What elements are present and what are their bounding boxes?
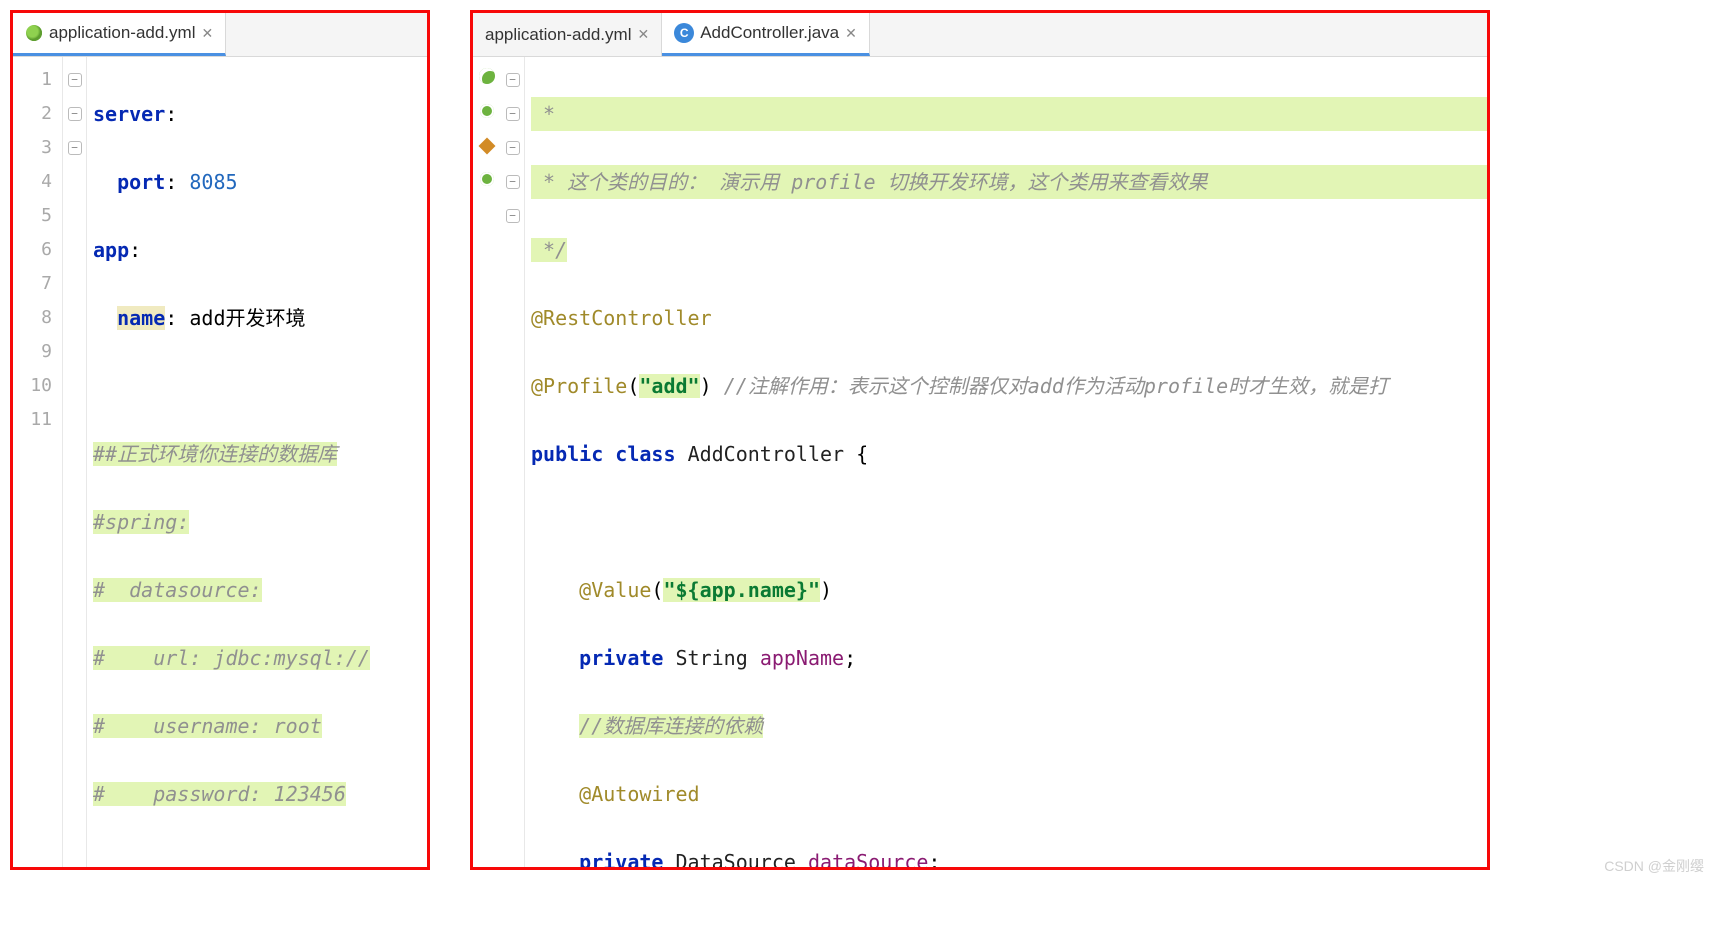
right-tab-bar: application-add.yml ✕ C AddController.ja… bbox=[473, 13, 1487, 57]
fold-marker-icon[interactable]: − bbox=[506, 175, 520, 189]
fold-gutter: − − − bbox=[63, 57, 87, 867]
annotation-value: @Value bbox=[579, 578, 651, 602]
tab-label: application-add.yml bbox=[49, 23, 195, 43]
fold-marker-icon[interactable]: − bbox=[68, 73, 82, 87]
line-number-gutter: 1 2 3 4 5 6 7 8 9 10 11 bbox=[13, 57, 63, 867]
inline-comment: //数据库连接的依赖 bbox=[579, 714, 763, 738]
yaml-key: name bbox=[117, 306, 165, 330]
fold-marker-icon[interactable]: − bbox=[506, 141, 520, 155]
class-name: AddController bbox=[688, 442, 845, 466]
yaml-comment: # url: jdbc:mysql:// bbox=[93, 646, 370, 670]
annotation-autowired: @Autowired bbox=[579, 782, 699, 806]
fold-marker-icon[interactable]: − bbox=[506, 73, 520, 87]
tab-application-add-yml[interactable]: application-add.yml ✕ bbox=[13, 13, 226, 56]
yaml-comment: # username: root bbox=[93, 714, 322, 738]
yaml-comment: # password: 123456 bbox=[93, 782, 346, 806]
fold-marker-icon[interactable]: − bbox=[68, 141, 82, 155]
annotation-restcontroller: @RestController bbox=[531, 306, 712, 330]
javadoc-comment: * 这个类的目的： 演示用 profile 切换开发环境，这个类用来查看效果 bbox=[531, 165, 1487, 199]
tab-addcontroller-java[interactable]: C AddController.java ✕ bbox=[662, 13, 870, 56]
endpoint-gutter-icon[interactable] bbox=[480, 174, 494, 190]
yaml-value: add开发环境 bbox=[189, 306, 305, 330]
yaml-key: server bbox=[93, 102, 165, 126]
left-editor-panel: application-add.yml ✕ 1 2 3 4 5 6 7 8 9 … bbox=[10, 10, 430, 870]
close-icon[interactable]: ✕ bbox=[845, 25, 857, 42]
icon-gutter bbox=[473, 57, 501, 867]
field-datasource: dataSource bbox=[808, 850, 928, 867]
right-editor[interactable]: − − − − − * * 这个类的目的： 演示用 profile 切换开发环境… bbox=[473, 57, 1487, 867]
yaml-comment: ##正式环境你连接的数据库 bbox=[93, 442, 337, 466]
fold-marker-icon[interactable]: − bbox=[506, 107, 520, 121]
watermark-text: CSDN @金刚缨 bbox=[1604, 856, 1704, 876]
close-icon[interactable]: ✕ bbox=[637, 26, 649, 43]
right-editor-panel: application-add.yml ✕ C AddController.ja… bbox=[470, 10, 1490, 870]
left-editor[interactable]: 1 2 3 4 5 6 7 8 9 10 11 − − − server: po… bbox=[13, 57, 427, 867]
left-code-area[interactable]: server: port: 8085 app: name: add开发环境 ##… bbox=[87, 57, 427, 867]
yaml-key: port bbox=[117, 170, 165, 194]
javadoc-close: */ bbox=[531, 238, 567, 262]
right-code-area[interactable]: * * 这个类的目的： 演示用 profile 切换开发环境，这个类用来查看效果… bbox=[525, 57, 1487, 867]
fold-gutter: − − − − − bbox=[501, 57, 525, 867]
close-icon[interactable]: ✕ bbox=[201, 25, 213, 42]
inline-comment: //注解作用：表示这个控制器仅对add作为活动profile时才生效，就是打 bbox=[724, 374, 1389, 398]
java-file-icon: C bbox=[674, 23, 694, 43]
left-tab-bar: application-add.yml ✕ bbox=[13, 13, 427, 57]
yml-file-icon bbox=[25, 24, 43, 42]
fold-marker-icon[interactable]: − bbox=[506, 209, 520, 223]
yaml-comment: #spring: bbox=[93, 510, 189, 534]
tab-application-add-yml[interactable]: application-add.yml ✕ bbox=[473, 13, 662, 56]
field-appname: appName bbox=[760, 646, 844, 670]
spring-bean-icon[interactable] bbox=[479, 72, 495, 88]
bean-gutter-icon[interactable] bbox=[480, 106, 494, 122]
yaml-comment: # datasource: bbox=[93, 578, 262, 602]
autowired-gutter-icon[interactable] bbox=[481, 140, 493, 156]
yaml-key: app bbox=[93, 238, 129, 262]
tab-label: AddController.java bbox=[700, 23, 839, 43]
fold-marker-icon[interactable]: − bbox=[68, 107, 82, 121]
tab-label: application-add.yml bbox=[485, 25, 631, 45]
yaml-value: 8085 bbox=[189, 170, 237, 194]
annotation-profile: @Profile bbox=[531, 374, 627, 398]
